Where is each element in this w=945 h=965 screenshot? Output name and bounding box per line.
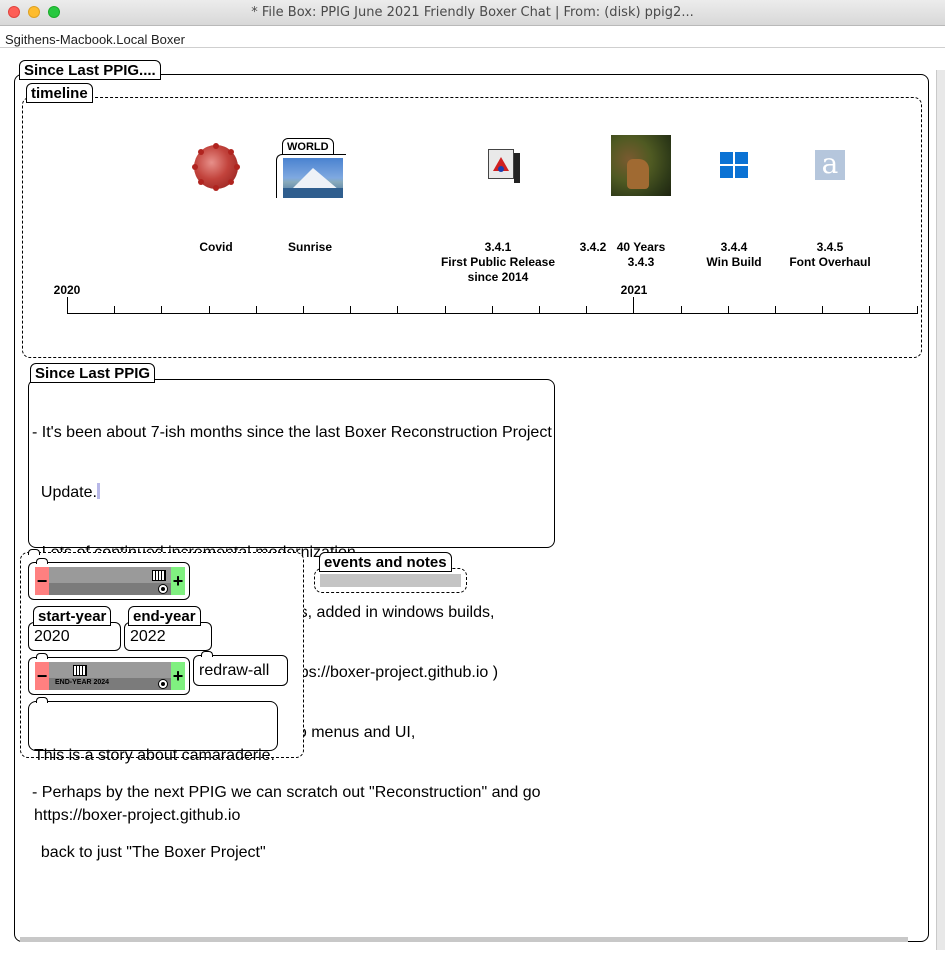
host-label: Sgithens-Macbook.Local Boxer: [5, 32, 185, 47]
axis-tick: [775, 306, 776, 314]
axis-tick: [586, 306, 588, 314]
axis-tick: [397, 306, 399, 314]
axis-tick: [303, 306, 304, 314]
timeline-box[interactable]: [22, 97, 922, 358]
axis-tick: [491, 306, 493, 314]
window-titlebar: * File Box: PPIG June 2021 Friendly Boxe…: [0, 0, 945, 26]
axis-tick: [161, 306, 163, 314]
axis-tick: [67, 297, 68, 314]
redraw-all-button[interactable]: redraw-all: [193, 655, 288, 686]
world-box-name[interactable]: WORLD: [282, 138, 334, 155]
slider2-track[interactable]: END-YEAR 2024: [49, 662, 171, 690]
axis-tick: [539, 306, 540, 314]
horizontal-scrollbar[interactable]: [20, 937, 908, 942]
axis-tick: [114, 306, 116, 314]
timeline-box-name[interactable]: timeline: [26, 83, 93, 103]
event-label-345: 3.4.5 Font Overhaul: [789, 240, 871, 269]
story-text[interactable]: This is a story about camaraderie. https…: [34, 706, 275, 846]
axis-mid-label: 2021: [620, 283, 648, 297]
axis-start-label: 2020: [53, 283, 81, 297]
slider2-minus-button[interactable]: −: [35, 662, 49, 690]
event-label-covid: Covid: [199, 240, 233, 254]
event-label-344: 3.4.4 Win Build: [706, 240, 762, 269]
events-notes-name[interactable]: events and notes: [319, 552, 452, 572]
outer-box-name[interactable]: Since Last PPIG....: [19, 60, 161, 80]
axis-tick: [350, 306, 352, 314]
event-label-343: 40 Years 3.4.3: [616, 240, 666, 269]
notes-box-name[interactable]: Since Last PPIG: [30, 363, 156, 383]
end-year-slider[interactable]: − END-YEAR 2024 +: [28, 657, 190, 695]
windows-logo-icon: [720, 152, 748, 179]
slider1-track[interactable]: [49, 567, 171, 595]
end-year-label[interactable]: end-year: [128, 606, 201, 626]
slider1-plus-button[interactable]: +: [171, 567, 185, 595]
slider2-text: END-YEAR 2024: [55, 679, 110, 686]
event-label-341: 3.4.1 First Public Release since 2014: [440, 240, 556, 284]
start-year-label[interactable]: start-year: [33, 606, 112, 626]
start-year-field[interactable]: 2020: [28, 622, 121, 651]
boxer-app-icon: [484, 145, 522, 185]
axis-tick: [727, 306, 729, 314]
host-label-bar: Sgithens-Macbook.Local Boxer: [0, 26, 945, 48]
covid-virus-icon: [192, 143, 240, 191]
axis-tick: [822, 306, 824, 314]
text-cursor: [96, 483, 100, 499]
slider2-thumb[interactable]: [73, 665, 87, 676]
axis-tick: [869, 306, 871, 314]
axis-tick: [444, 306, 446, 314]
world-mountain-image: [283, 158, 343, 198]
axis-tick: [916, 306, 918, 314]
start-year-slider[interactable]: − +: [28, 562, 190, 600]
axis-tick: [680, 306, 682, 314]
axis-tick: [208, 306, 210, 314]
events-notes-content[interactable]: [320, 574, 461, 587]
slider1-thumb[interactable]: [152, 570, 166, 581]
slider2-plus-button[interactable]: +: [171, 662, 185, 690]
event-label-sunrise: Sunrise: [287, 240, 332, 254]
dog-photo: [611, 135, 671, 196]
window-title: * File Box: PPIG June 2021 Friendly Boxe…: [251, 5, 694, 20]
slider1-minus-button[interactable]: −: [35, 567, 49, 595]
slider1-knob-icon: [158, 584, 168, 594]
axis-tick: [255, 306, 257, 314]
end-year-field[interactable]: 2022: [124, 622, 212, 651]
slider2-knob-icon: [158, 679, 168, 689]
axis-tick: [633, 297, 635, 314]
font-a-icon: a: [815, 150, 845, 180]
vertical-scrollbar[interactable]: [936, 70, 945, 950]
